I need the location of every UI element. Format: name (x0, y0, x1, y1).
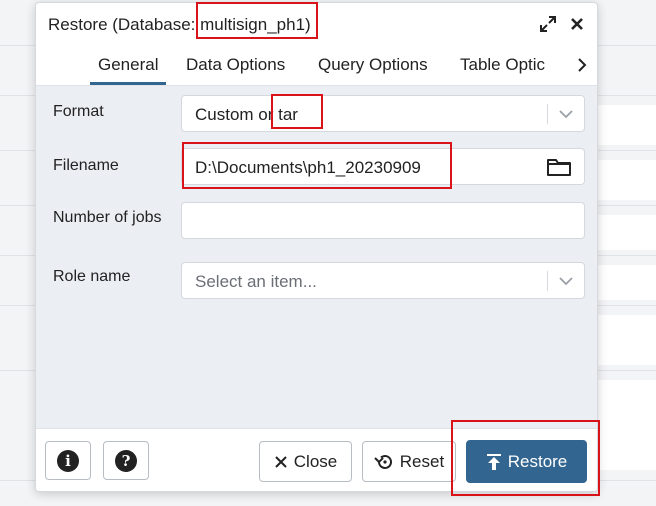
help-icon: ? (115, 449, 137, 472)
annotation-box-database (196, 2, 318, 39)
close-button[interactable]: Close (259, 441, 352, 482)
jobs-label: Number of jobs (53, 209, 162, 226)
tab-query-options[interactable]: Query Options (318, 45, 428, 85)
format-select[interactable]: Custom or tar (181, 95, 585, 132)
reset-button[interactable]: Reset (362, 441, 456, 482)
restore-dialog: Restore (Database: multisign_ph1) Genera… (35, 2, 598, 492)
info-button[interactable]: i (45, 441, 91, 480)
filename-label: Filename (53, 157, 119, 174)
role-select[interactable]: Select an item... (181, 262, 585, 299)
tab-scroll-right-icon[interactable] (567, 45, 597, 85)
tab-data-options[interactable]: Data Options (186, 45, 285, 85)
tab-general[interactable]: General (89, 45, 168, 85)
info-icon: i (57, 449, 79, 472)
help-button[interactable]: ? (103, 441, 149, 480)
role-placeholder: Select an item... (195, 272, 317, 291)
chevron-down-icon[interactable] (556, 105, 576, 123)
form-body: Format Custom or tar Filename D:\Documen… (36, 86, 597, 428)
chevron-down-icon[interactable] (556, 272, 576, 290)
annotation-box-filename (182, 142, 452, 189)
role-label: Role name (53, 268, 131, 285)
close-button-label: Close (293, 451, 338, 471)
tab-table-options[interactable]: Table Optic (460, 45, 560, 85)
reset-button-label: Reset (399, 451, 445, 471)
format-label: Format (53, 103, 104, 120)
reset-icon (374, 454, 392, 469)
tab-bar: General Data Options Query Options Table… (36, 45, 597, 86)
close-x-icon (275, 455, 287, 468)
select-separator (547, 271, 548, 291)
close-icon[interactable] (566, 13, 588, 35)
select-separator (547, 104, 548, 124)
jobs-input[interactable] (181, 202, 585, 239)
annotation-box-restore (451, 420, 600, 496)
folder-icon[interactable] (546, 157, 572, 182)
maximize-icon[interactable] (537, 13, 559, 35)
annotation-box-format (271, 94, 323, 129)
